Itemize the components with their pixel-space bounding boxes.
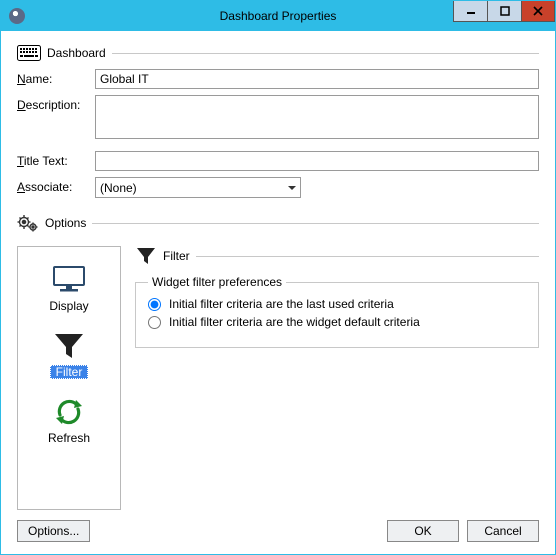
- divider: [112, 53, 539, 54]
- nav-item-label: Filter: [50, 365, 89, 379]
- options-area: Display Filter: [17, 246, 539, 510]
- content-area: Dashboard Name: Description: Title Text:…: [1, 31, 555, 554]
- refresh-icon: [46, 395, 92, 429]
- funnel-icon: [46, 329, 92, 363]
- nav-item-display[interactable]: Display: [27, 259, 111, 315]
- nav-item-label: Refresh: [42, 431, 96, 445]
- keyboard-icon: [17, 45, 41, 61]
- name-label: Name:: [17, 69, 95, 86]
- cancel-button[interactable]: Cancel: [467, 520, 539, 542]
- radio-row-last-used[interactable]: Initial filter criteria are the last use…: [148, 297, 526, 311]
- titletext-row: Title Text:: [17, 151, 539, 171]
- fieldset-legend: Widget filter preferences: [148, 275, 286, 289]
- radio-label: Initial filter criteria are the widget d…: [169, 315, 420, 329]
- ok-button[interactable]: OK: [387, 520, 459, 542]
- nav-item-filter[interactable]: Filter: [27, 325, 111, 381]
- radio-last-used[interactable]: [148, 298, 161, 311]
- chevron-down-icon: [288, 186, 296, 190]
- titletext-label: Title Text:: [17, 151, 95, 168]
- radio-row-default[interactable]: Initial filter criteria are the widget d…: [148, 315, 526, 329]
- nav-item-refresh[interactable]: Refresh: [27, 391, 111, 447]
- monitor-icon: [46, 263, 92, 297]
- divider: [92, 223, 539, 224]
- close-button[interactable]: [521, 1, 555, 22]
- radio-label: Initial filter criteria are the last use…: [169, 297, 394, 311]
- associate-row: Associate: (None): [17, 177, 539, 198]
- associate-combo[interactable]: (None): [95, 177, 301, 198]
- name-row: Name:: [17, 69, 539, 89]
- associate-value: (None): [100, 181, 137, 195]
- filter-pane: Filter Widget filter preferences Initial…: [135, 246, 539, 510]
- description-label: Description:: [17, 95, 95, 112]
- nav-item-label: Display: [43, 299, 94, 313]
- divider: [196, 256, 539, 257]
- dashboard-group-label: Dashboard: [47, 46, 106, 60]
- app-icon: [9, 8, 25, 24]
- dashboard-group-header: Dashboard: [17, 45, 539, 61]
- options-button[interactable]: Options...: [17, 520, 90, 542]
- description-row: Description:: [17, 95, 539, 139]
- radio-default[interactable]: [148, 316, 161, 329]
- nav-panel: Display Filter: [17, 246, 121, 510]
- window-title: Dashboard Properties: [220, 9, 337, 23]
- filter-header: Filter: [135, 246, 539, 266]
- dialog-window: Dashboard Properties: [0, 0, 556, 555]
- dialog-footer: Options... OK Cancel: [17, 510, 539, 542]
- associate-label: Associate:: [17, 177, 95, 194]
- options-group-label: Options: [45, 216, 86, 230]
- titletext-input[interactable]: [95, 151, 539, 171]
- description-input[interactable]: [95, 95, 539, 139]
- maximize-button[interactable]: [487, 1, 521, 22]
- name-input[interactable]: [95, 69, 539, 89]
- funnel-icon: [135, 246, 157, 266]
- window-controls: [453, 1, 555, 22]
- gears-icon: [17, 214, 39, 232]
- titlebar: Dashboard Properties: [1, 1, 555, 31]
- minimize-button[interactable]: [453, 1, 487, 22]
- options-group-header: Options: [17, 214, 539, 232]
- widget-filter-fieldset: Widget filter preferences Initial filter…: [135, 282, 539, 348]
- filter-header-label: Filter: [163, 249, 190, 263]
